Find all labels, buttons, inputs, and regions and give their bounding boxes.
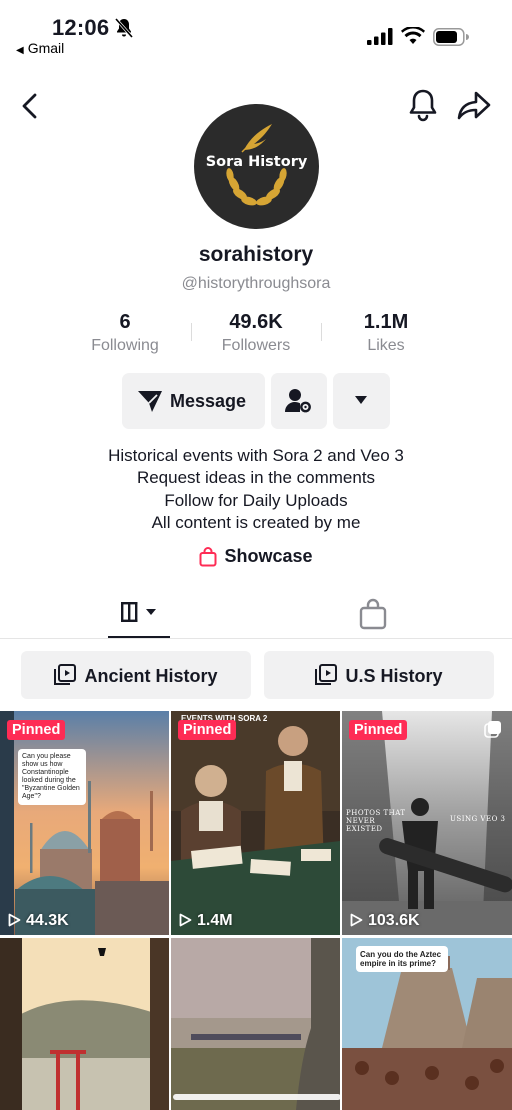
thumbnail-image [0, 711, 169, 935]
stat-label: Likes [367, 337, 405, 354]
avatar[interactable]: Sora History [194, 104, 319, 229]
stat-value: 1.1M [363, 311, 409, 333]
photo-caption: PHOTOS THAT NEVER EXISTED [346, 809, 406, 833]
signal-icon [367, 28, 393, 45]
stat-value: 6 [119, 311, 131, 333]
question-card: Can you please show us how Constantinopl… [18, 749, 86, 805]
bell-icon[interactable] [406, 86, 440, 124]
grid-icon [121, 602, 156, 622]
stat-label: Followers [221, 337, 291, 354]
pinned-badge: Pinned [178, 720, 237, 740]
view-count: 44.3K [8, 912, 69, 930]
stats-row: 6 Following 49.6K Followers 1.1M Likes [0, 309, 512, 359]
video-thumbnail[interactable]: EVENTS WITH SORA 2 Pinned 1.4M [171, 711, 340, 935]
pinned-badge: Pinned [7, 720, 66, 740]
play-icon [350, 913, 363, 927]
video-thumbnail[interactable]: Can you please show us how Constantinopl… [0, 711, 169, 935]
stat-following[interactable]: 6 Following [60, 309, 190, 357]
caret-down-icon [355, 396, 367, 404]
playlist-label: U.S History [345, 666, 443, 686]
view-count-value: 44.3K [26, 912, 69, 929]
play-icon [179, 913, 192, 927]
home-indicator [173, 1094, 341, 1100]
tab-videos[interactable] [108, 590, 170, 638]
thumbnail-image [171, 711, 340, 935]
bio-line: Follow for Daily Uploads [164, 490, 348, 510]
showcase-link[interactable]: Showcase [0, 546, 512, 567]
multi-photo-icon [484, 721, 501, 738]
playlist-ancient-history[interactable]: Ancient History [21, 651, 251, 699]
message-label: Message [170, 391, 247, 411]
message-button[interactable]: Message [122, 373, 265, 429]
view-count-value: 103.6K [368, 912, 420, 929]
bell-slash-icon [114, 18, 134, 38]
more-options-button[interactable] [333, 373, 390, 429]
bio: Historical events with Sora 2 and Veo 3 … [0, 445, 512, 534]
shopping-bag-icon [199, 546, 217, 566]
video-thumbnail[interactable] [0, 938, 169, 1110]
battery-icon [433, 28, 469, 46]
bio-line: Request ideas in the comments [136, 468, 376, 488]
status-time: 12:06 [52, 15, 110, 40]
back-app-label: Gmail [27, 40, 65, 56]
bio-line: Historical events with Sora 2 and Veo 3 [108, 446, 404, 465]
pinned-badge: Pinned [349, 720, 408, 740]
playlist-label: Ancient History [84, 666, 218, 686]
thumbnail-image [171, 938, 340, 1110]
user-settings-icon [285, 389, 311, 413]
question-text: Can you please show us how Constantinopl… [22, 753, 80, 800]
play-icon [8, 913, 21, 927]
back-arrow-icon[interactable] [14, 88, 46, 124]
thumbnail-image [0, 938, 169, 1110]
stat-label: Following [91, 337, 159, 354]
back-to-app-link[interactable]: ◀ Gmail [16, 40, 64, 56]
stat-value: 49.6K [229, 311, 283, 333]
stat-followers[interactable]: 49.6K Followers [191, 309, 321, 357]
question-text: Can you do the Aztec empire in its prime… [360, 950, 442, 968]
photo-caption: USING VEO 3 [450, 815, 506, 823]
view-count-value: 1.4M [197, 912, 233, 929]
avatar-text: Sora History [205, 154, 308, 170]
status-bar: 12:06 ◀ Gmail [0, 0, 512, 62]
view-count: 103.6K [350, 912, 420, 930]
question-card: Can you do the Aztec empire in its prime… [356, 946, 448, 972]
add-friend-button[interactable] [271, 373, 327, 429]
showcase-label: Showcase [224, 546, 313, 566]
playlist-icon [54, 664, 77, 685]
video-thumbnail[interactable]: PHOTOS THAT NEVER EXISTED USING VEO 3 Pi… [342, 711, 512, 935]
video-thumbnail[interactable]: Can you do the Aztec empire in its prime… [342, 938, 512, 1110]
playlist-us-history[interactable]: U.S History [264, 651, 494, 699]
active-tab-underline [108, 636, 170, 638]
send-icon [138, 391, 162, 412]
wifi-icon [401, 27, 425, 44]
username: sorahistory [198, 243, 314, 266]
handle: @historythroughsora [181, 275, 331, 292]
shop-tab-icon[interactable] [358, 598, 388, 630]
share-icon[interactable] [456, 88, 492, 122]
stat-likes[interactable]: 1.1M Likes [321, 309, 451, 357]
bio-line: All content is created by me [151, 512, 361, 532]
video-thumbnail[interactable] [171, 938, 340, 1110]
content-tabs [0, 590, 512, 639]
view-count: 1.4M [179, 912, 233, 930]
playlist-icon [315, 664, 338, 685]
